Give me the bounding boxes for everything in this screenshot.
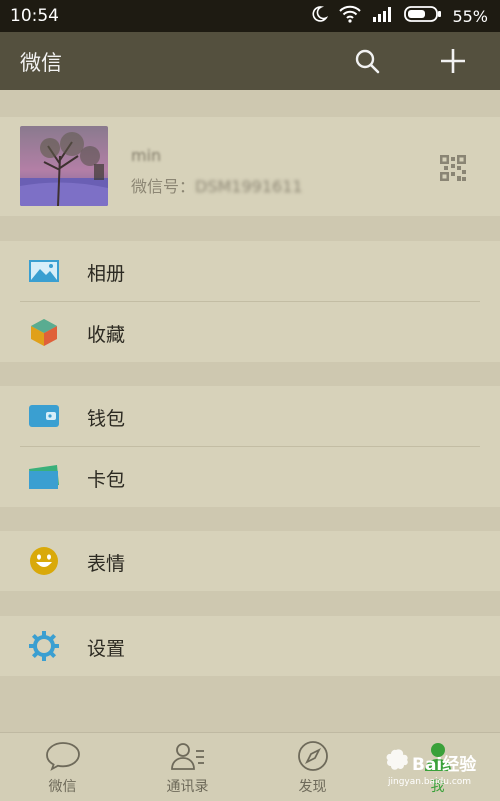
plus-icon (441, 49, 465, 73)
menu-label-favorites: 收藏 (87, 324, 126, 346)
tab-chats[interactable]: 微信 (0, 733, 125, 801)
favorites-cube-icon (28, 317, 60, 347)
menu-label-album: 相册 (87, 263, 126, 285)
menu-item-cards[interactable]: 卡包 (0, 447, 500, 507)
menu-item-wallet[interactable]: 钱包 (0, 386, 500, 446)
wallet-icon (28, 401, 60, 431)
avatar (20, 126, 108, 206)
tab-label: 发现 (298, 779, 327, 795)
tab-discover[interactable]: 发现 (250, 733, 375, 801)
menu-section-media: 相册 收藏 (0, 241, 500, 362)
watermark-text: Bai经验 (412, 754, 477, 775)
menu-item-favorites[interactable]: 收藏 (0, 302, 500, 362)
menu-section-settings: 设置 (0, 616, 500, 676)
menu-label-settings: 设置 (87, 638, 126, 660)
signal-icon (372, 6, 394, 26)
compass-icon (295, 741, 331, 771)
page-title: 微信 (20, 51, 62, 75)
tab-contacts[interactable]: 通讯录 (125, 733, 250, 801)
wifi-icon (338, 5, 362, 27)
status-time: 10:54 (10, 6, 59, 26)
app-header: 微信 (0, 32, 500, 90)
baidu-jingyan-watermark: jingyan.baidu.com Bai经验 (382, 746, 498, 790)
profile-card[interactable]: min 微信号：DSM1991611 (0, 117, 500, 216)
menu-section-stickers: 表情 (0, 531, 500, 591)
wechat-id-label: 微信号： (131, 177, 196, 196)
menu-label-cards: 卡包 (87, 469, 126, 491)
battery-percent: 55% (452, 6, 488, 26)
menu-item-settings[interactable]: 设置 (0, 616, 500, 676)
moon-icon (310, 5, 329, 27)
menu-item-album[interactable]: 相册 (0, 241, 500, 301)
tab-label: 微信 (48, 779, 77, 795)
smiley-icon (28, 546, 60, 576)
battery-icon (404, 6, 442, 26)
menu-label-wallet: 钱包 (87, 408, 126, 430)
search-button[interactable] (350, 44, 384, 78)
chat-bubble-icon (45, 741, 81, 771)
tab-label: 通讯录 (166, 779, 209, 795)
add-button[interactable] (436, 44, 470, 78)
contacts-icon (170, 741, 206, 771)
profile-name: min (131, 146, 162, 165)
search-icon (355, 49, 380, 74)
menu-item-stickers[interactable]: 表情 (0, 531, 500, 591)
status-icons: 55% (310, 5, 488, 27)
gear-icon (28, 631, 60, 661)
card-icon (28, 462, 60, 492)
qr-code-icon[interactable] (440, 155, 466, 181)
wechat-id-value: DSM1991611 (195, 177, 303, 196)
menu-label-stickers: 表情 (87, 553, 126, 575)
album-icon (28, 256, 60, 286)
menu-section-payment: 钱包 卡包 (0, 386, 500, 507)
profile-wechat-id: 微信号：DSM1991611 (131, 173, 303, 197)
status-bar: 10:54 55% (0, 0, 500, 32)
watermark-url: jingyan.baidu.com (387, 777, 471, 787)
